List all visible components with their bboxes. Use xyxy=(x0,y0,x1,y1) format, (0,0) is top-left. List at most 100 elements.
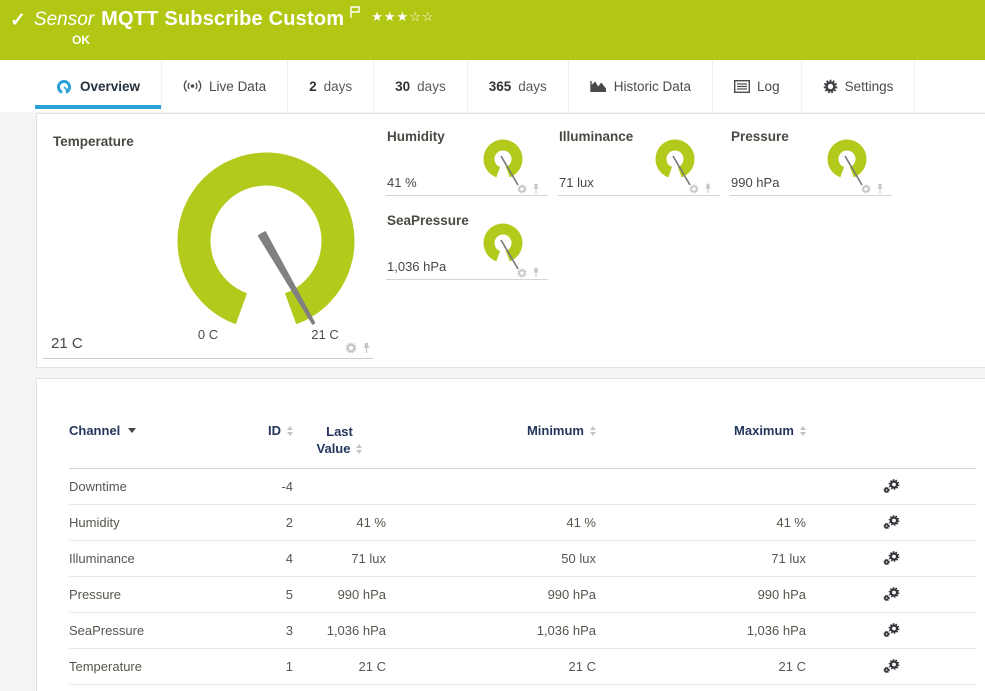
tab-bar: Overview Live Data 2 days 30 days 365 da… xyxy=(0,60,985,112)
widget-title: SeaPressure xyxy=(387,213,469,228)
widget-title: Humidity xyxy=(387,129,445,144)
column-header-minimum[interactable]: Minimum xyxy=(386,423,596,438)
table-row-temperature: Temperature 1 21 C 21 C 21 C xyxy=(69,649,976,685)
channel-settings-gears-icon[interactable] xyxy=(883,515,900,530)
stars-empty: ☆☆ xyxy=(409,9,434,24)
channel-name[interactable]: Pressure xyxy=(69,587,239,602)
channel-id: 5 xyxy=(239,587,293,602)
humidity-gauge-widget: Humidity 41 % xyxy=(386,126,548,196)
tab-2-days[interactable]: 2 days xyxy=(288,60,374,112)
column-label: Value xyxy=(317,440,351,457)
channel-last-value: 41 % xyxy=(293,515,386,530)
widget-gear-icon[interactable] xyxy=(861,184,871,194)
tab-number: 30 xyxy=(395,79,410,94)
channel-id: 3 xyxy=(239,623,293,638)
status-badge: OK xyxy=(72,33,985,47)
tab-label: Log xyxy=(757,79,780,94)
channel-minimum: 990 hPa xyxy=(386,587,596,602)
channel-maximum: 71 lux xyxy=(596,551,806,566)
sort-icon[interactable] xyxy=(800,426,806,436)
channel-maximum: 21 C xyxy=(596,659,806,674)
tab-settings[interactable]: Settings xyxy=(802,60,916,112)
column-header-id[interactable]: ID xyxy=(239,423,293,438)
pressure-gauge xyxy=(825,137,873,189)
gauge-current-value: 990 hPa xyxy=(731,175,779,190)
sensor-type-label: Sensor xyxy=(34,9,94,31)
tab-label: Overview xyxy=(80,79,140,94)
channel-settings-gears-icon[interactable] xyxy=(883,587,900,602)
gauge-scale-min: 0 C xyxy=(191,327,225,342)
channel-minimum: 21 C xyxy=(386,659,596,674)
widget-pin-icon[interactable] xyxy=(876,183,884,194)
column-header-maximum[interactable]: Maximum xyxy=(596,423,806,438)
widget-pin-icon[interactable] xyxy=(362,342,371,354)
widget-gear-icon[interactable] xyxy=(517,184,527,194)
tab-unit: days xyxy=(518,79,547,94)
channel-table: Channel ID Last Value xyxy=(69,423,976,685)
gauges-panel: Temperature 0 C 21 C 21 C Humidity xyxy=(36,113,985,368)
flag-icon[interactable] xyxy=(350,5,361,23)
tab-log[interactable]: Log xyxy=(713,60,802,112)
content-area: Temperature 0 C 21 C 21 C Humidity xyxy=(0,112,985,691)
channel-name[interactable]: Temperature xyxy=(69,659,239,674)
table-row-seapressure: SeaPressure 3 1,036 hPa 1,036 hPa 1,036 … xyxy=(69,613,976,649)
tab-30-days[interactable]: 30 days xyxy=(374,60,468,112)
tab-historic-data[interactable]: Historic Data xyxy=(569,60,713,112)
widget-pin-icon[interactable] xyxy=(532,183,540,194)
widget-gear-icon[interactable] xyxy=(345,342,357,354)
temperature-gauge-widget: Temperature 0 C 21 C 21 C xyxy=(43,122,373,359)
seapressure-gauge xyxy=(481,221,529,273)
tab-365-days[interactable]: 365 days xyxy=(468,60,569,112)
channel-last-value: 21 C xyxy=(293,659,386,674)
channel-name[interactable]: Downtime xyxy=(69,479,239,494)
column-header-last-value[interactable]: Last Value xyxy=(293,423,386,457)
column-header-channel[interactable]: Channel xyxy=(69,423,239,438)
sort-icon[interactable] xyxy=(356,444,362,454)
channel-name[interactable]: SeaPressure xyxy=(69,623,239,638)
channel-id: 2 xyxy=(239,515,293,530)
tab-unit: days xyxy=(324,79,353,94)
table-row-humidity: Humidity 2 41 % 41 % 41 % xyxy=(69,505,976,541)
channel-settings-gears-icon[interactable] xyxy=(883,659,900,674)
channel-name[interactable]: Illuminance xyxy=(69,551,239,566)
priority-stars[interactable]: ★★★☆☆ xyxy=(371,9,434,25)
channel-last-value: 1,036 hPa xyxy=(293,623,386,638)
channel-settings-gears-icon[interactable] xyxy=(883,479,900,494)
channel-settings-gears-icon[interactable] xyxy=(883,551,900,566)
tab-label: Live Data xyxy=(209,79,266,94)
gauge-current-value: 71 lux xyxy=(559,175,594,190)
temperature-gauge xyxy=(166,141,366,326)
column-label: Last xyxy=(326,423,353,440)
gauge-current-value: 1,036 hPa xyxy=(387,259,446,274)
illuminance-gauge xyxy=(653,137,701,189)
channel-settings-gears-icon[interactable] xyxy=(883,623,900,638)
tab-live-data[interactable]: Live Data xyxy=(162,60,288,112)
log-icon xyxy=(734,80,750,93)
live-data-icon xyxy=(183,79,202,93)
sorted-desc-icon xyxy=(128,428,136,433)
tab-number: 2 xyxy=(309,79,317,94)
table-row-pressure: Pressure 5 990 hPa 990 hPa 990 hPa xyxy=(69,577,976,613)
widget-title: Illuminance xyxy=(559,129,633,144)
column-label: Minimum xyxy=(527,423,584,438)
widget-pin-icon[interactable] xyxy=(704,183,712,194)
illuminance-gauge-widget: Illuminance 71 lux xyxy=(558,126,720,196)
widget-gear-icon[interactable] xyxy=(689,184,699,194)
humidity-gauge xyxy=(481,137,529,189)
tab-unit: days xyxy=(417,79,446,94)
gear-icon xyxy=(823,79,838,94)
gauge-icon xyxy=(56,78,73,95)
widget-pin-icon[interactable] xyxy=(532,267,540,278)
channel-name[interactable]: Humidity xyxy=(69,515,239,530)
tab-label: Historic Data xyxy=(614,79,691,94)
pressure-gauge-widget: Pressure 990 hPa xyxy=(730,126,892,196)
tab-label: Settings xyxy=(845,79,894,94)
channel-maximum: 990 hPa xyxy=(596,587,806,602)
channel-last-value: 990 hPa xyxy=(293,587,386,602)
status-check-icon: ✓ xyxy=(10,9,26,32)
sensor-title: MQTT Subscribe Custom xyxy=(101,8,344,31)
widget-gear-icon[interactable] xyxy=(517,268,527,278)
historic-data-icon xyxy=(590,79,607,93)
tab-overview[interactable]: Overview xyxy=(35,60,162,112)
channel-id: 4 xyxy=(239,551,293,566)
